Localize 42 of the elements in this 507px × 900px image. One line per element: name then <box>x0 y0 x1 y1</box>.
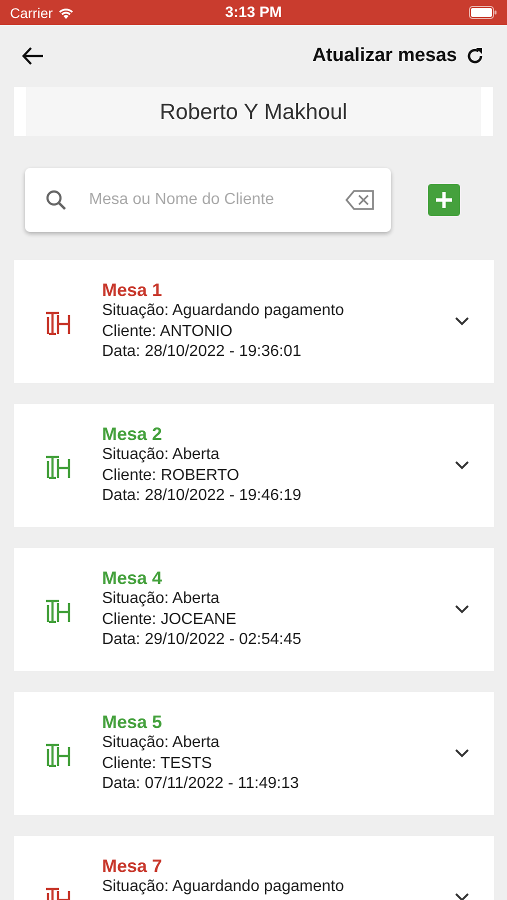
clock-time: 3:13 PM <box>224 4 283 21</box>
table-detail: Situação: Aberta <box>102 445 220 465</box>
table-detail: Situação: Aguardando pagamento <box>102 301 345 321</box>
table-detail: Data: 28/10/2022 - 19:46:19 <box>102 486 302 506</box>
table-detail: Cliente: ROBERTO <box>102 466 240 486</box>
battery-icon <box>469 6 497 19</box>
table-title: Mesa 5 <box>102 711 164 733</box>
table-title: Mesa 2 <box>102 423 164 445</box>
add-button[interactable] <box>428 184 460 216</box>
table-detail: Data: 07/11/2022 - 11:49:13 <box>102 774 300 794</box>
table-title: Mesa 4 <box>102 567 164 589</box>
table-card[interactable]: Mesa 7 Situação: Aguardando pagamento <box>14 836 494 900</box>
chevron-down-icon[interactable] <box>454 316 470 326</box>
table-detail: Data: 28/10/2022 - 19:36:01 <box>102 342 302 362</box>
table-detail: Cliente: ANTONIO <box>102 322 234 342</box>
search-bar[interactable]: Mesa ou Nome do Cliente <box>25 168 391 232</box>
chevron-down-icon[interactable] <box>454 604 470 614</box>
clear-icon[interactable] <box>345 189 375 211</box>
back-arrow-icon[interactable] <box>22 47 44 65</box>
carrier-label: Carrier <box>10 4 53 20</box>
table-detail: Situação: Aguardando pagamento <box>102 877 345 897</box>
table-card[interactable]: Mesa 1 Situação: Aguardando pagamento Cliente: ANTONIO Data: 28/10/2022 - 19:36:01 <box>14 260 494 383</box>
table-detail: Cliente: JOCEANE <box>102 610 238 630</box>
plus-icon <box>435 191 453 209</box>
table-detail: Situação: Aberta <box>102 733 220 753</box>
table-detail: Situação: Aberta <box>102 589 220 609</box>
search-input[interactable]: Mesa ou Nome do Cliente <box>87 190 325 210</box>
table-card[interactable]: Mesa 2 Situação: Aberta Cliente: ROBERTO Data: 28/10/2022 - 19:46:19 <box>14 404 494 527</box>
chevron-down-icon[interactable] <box>454 460 470 470</box>
table-detail: Data: 29/10/2022 - 02:54:45 <box>102 630 302 650</box>
table-title: Mesa 1 <box>102 279 164 301</box>
table-detail: Cliente: TESTS <box>102 754 213 774</box>
refresh-icon <box>465 46 485 66</box>
table-title: Mesa 7 <box>102 855 164 877</box>
table-card[interactable]: Mesa 4 Situação: Aberta Cliente: JOCEANE Data: 29/10/2022 - 02:54:45 <box>14 548 494 671</box>
search-icon <box>45 189 67 211</box>
user-name: Roberto Y Makhoul <box>14 87 493 136</box>
chevron-down-icon[interactable] <box>454 748 470 758</box>
wifi-icon <box>58 6 74 18</box>
refresh-button[interactable]: Atualizar mesas <box>312 45 485 67</box>
chevron-down-icon[interactable] <box>454 892 470 900</box>
table-card[interactable]: Mesa 5 Situação: Aberta Cliente: TESTS Data: 07/11/2022 - 11:49:13 <box>14 692 494 815</box>
